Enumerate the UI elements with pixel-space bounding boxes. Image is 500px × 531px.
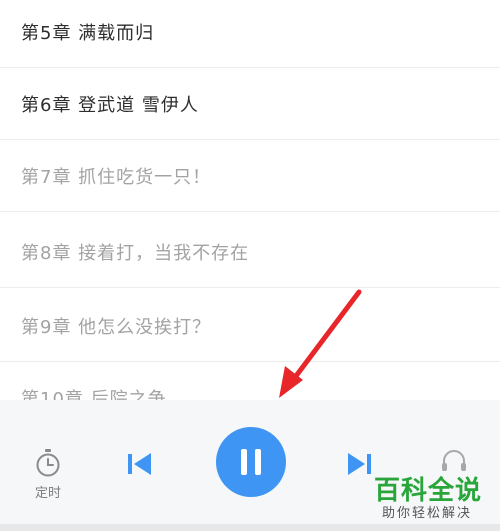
chapter-item-5[interactable]: 第5章 满载而归 bbox=[0, 0, 500, 68]
skip-next-icon bbox=[348, 453, 371, 475]
chapter-title: 第7章 抓住吃货一只！ bbox=[21, 166, 212, 188]
chapter-item-8[interactable]: 第8章 接着打，当我不存在 bbox=[0, 216, 500, 288]
chapter-title: 第5章 满载而归 bbox=[21, 22, 155, 44]
chapter-item-6[interactable]: 第6章 登武道 雪伊人 bbox=[0, 68, 500, 140]
timer-icon bbox=[36, 449, 60, 477]
watermark: 百科全说 助你轻松解决 bbox=[374, 470, 492, 522]
chapter-title: 第9章 他怎么没挨打？ bbox=[21, 316, 212, 338]
chapter-list: 第5章 满载而归 第6章 登武道 雪伊人 第7章 抓住吃货一只！ 第8章 接着打… bbox=[0, 0, 500, 400]
chapter-item-10[interactable]: 第10章 后院之争 bbox=[0, 362, 500, 401]
pause-button[interactable] bbox=[216, 427, 286, 497]
chapter-item-7[interactable]: 第7章 抓住吃货一只！ bbox=[0, 140, 500, 212]
chapter-item-9[interactable]: 第9章 他怎么没挨打？ bbox=[0, 290, 500, 362]
pause-icon bbox=[241, 449, 261, 475]
timer-label: 定时 bbox=[34, 486, 61, 501]
chapter-title: 第10章 后院之争 bbox=[21, 388, 167, 401]
chapter-title: 第6章 登武道 雪伊人 bbox=[21, 94, 199, 116]
next-chapter-button[interactable] bbox=[343, 448, 375, 480]
bottom-strip bbox=[0, 524, 500, 531]
watermark-subtitle: 助你轻松解决 bbox=[382, 506, 473, 521]
skip-previous-icon bbox=[128, 453, 151, 475]
chapter-title: 第8章 接着打，当我不存在 bbox=[21, 242, 250, 264]
previous-chapter-button[interactable] bbox=[124, 448, 156, 480]
timer-button[interactable]: 定时 bbox=[22, 446, 74, 506]
